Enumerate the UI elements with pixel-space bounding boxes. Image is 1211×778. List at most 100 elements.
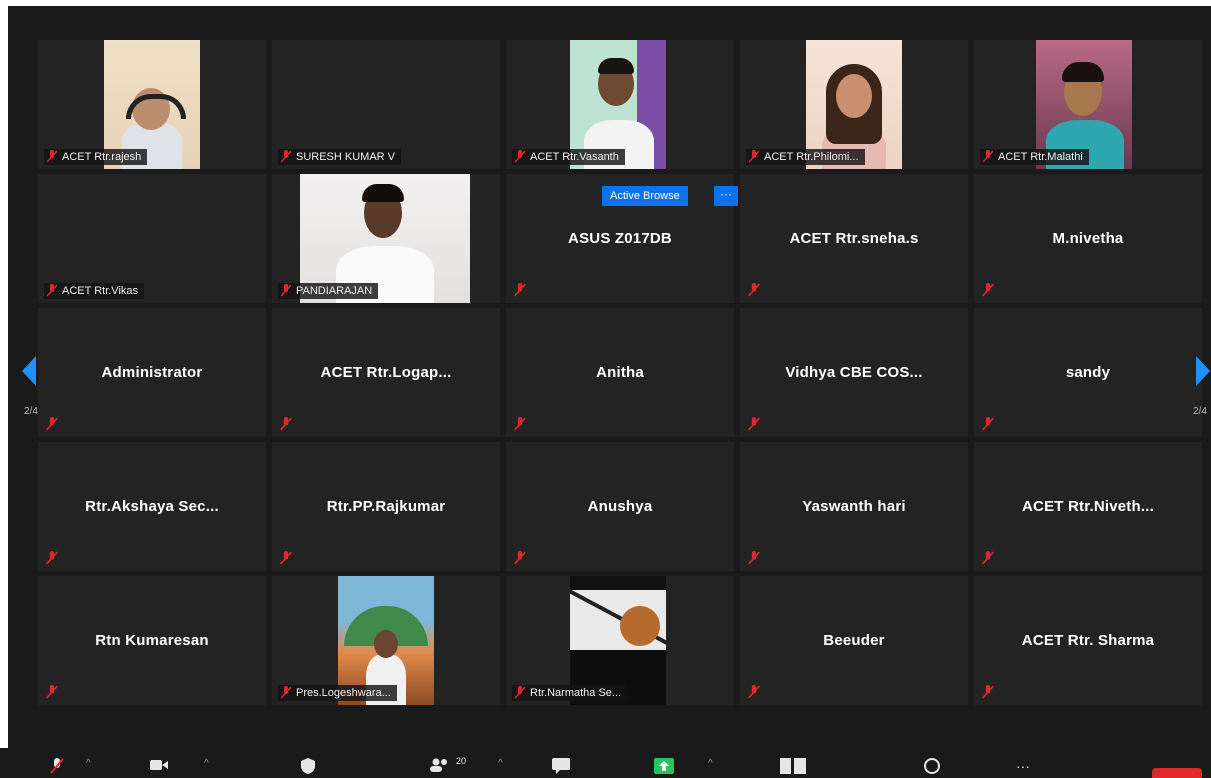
participant-tile[interactable]: ACET Rtr.Vasanth <box>506 40 734 169</box>
participant-tile[interactable]: PANDIARAJAN <box>272 174 500 303</box>
participant-tile[interactable]: SURESH KUMAR V <box>272 40 500 169</box>
participant-name-tag: Rtr.Narmatha Se... <box>512 685 628 701</box>
video-options-caret-icon[interactable]: ^ <box>204 758 209 769</box>
participant-name: Rtr.PP.Rajkumar <box>326 498 446 515</box>
mic-muted-icon <box>515 150 525 163</box>
participant-name: M.nivetha <box>1052 230 1124 247</box>
active-speaker-label[interactable]: Active Browse <box>602 186 688 206</box>
participant-name: Anitha <box>596 364 644 381</box>
participant-name-tag: ACET Rtr.Vasanth <box>512 149 625 165</box>
mic-muted-icon <box>982 283 994 297</box>
participant-name: Rtr.Narmatha Se... <box>530 687 622 699</box>
mic-muted-icon <box>982 417 994 431</box>
next-page-arrow-icon[interactable] <box>1196 356 1210 386</box>
participant-tile[interactable]: ACET Rtr.Philomi... <box>740 40 968 169</box>
participant-name: ACET Rtr.Logap... <box>320 364 452 381</box>
participant-name-tag: SURESH KUMAR V <box>278 149 402 165</box>
participant-tile[interactable]: sandy <box>974 308 1202 437</box>
participant-tile[interactable]: M.nivetha <box>974 174 1202 303</box>
share-options-caret-icon[interactable]: ^ <box>708 758 713 769</box>
participant-tile[interactable]: Anitha <box>506 308 734 437</box>
mic-muted-icon <box>748 551 760 565</box>
participant-tile[interactable]: ACET Rtr.Logap... <box>272 308 500 437</box>
participant-name: ACET Rtr.rajesh <box>62 151 142 163</box>
mic-muted-icon <box>47 284 57 297</box>
previous-page-arrow-icon[interactable] <box>22 356 36 386</box>
participant-name-tag: ACET Rtr.Malathi <box>980 149 1089 165</box>
tile-more-button[interactable]: ··· <box>714 186 738 206</box>
mic-muted-icon <box>46 685 58 699</box>
mic-muted-icon <box>983 150 993 163</box>
participant-name: PANDIARAJAN <box>296 285 373 297</box>
participant-name: Vidhya CBE COS... <box>785 364 923 381</box>
more-icon[interactable]: ··· <box>1016 758 1030 774</box>
security-icon[interactable] <box>300 758 316 774</box>
next-page-number: 2/4 <box>1193 406 1207 417</box>
mic-muted-icon <box>514 551 526 565</box>
participant-tile[interactable]: Pres.Logeshwara... <box>272 576 500 705</box>
mic-muted-icon[interactable] <box>50 758 64 774</box>
participant-name: ACET Rtr.Malathi <box>998 151 1083 163</box>
participant-tile[interactable]: Yaswanth hari <box>740 442 968 571</box>
participant-name: ACET Rtr.Philomi... <box>764 151 859 163</box>
participants-options-caret-icon[interactable]: ^ <box>498 758 503 769</box>
chat-icon[interactable] <box>552 758 570 774</box>
participant-tile[interactable]: Beeuder <box>740 576 968 705</box>
video-icon[interactable] <box>150 758 168 772</box>
mic-options-caret-icon[interactable]: ^ <box>86 758 91 769</box>
participant-tile[interactable]: Rtn Kumaresan <box>38 576 266 705</box>
mic-muted-icon <box>281 284 291 297</box>
participant-name-tag: PANDIARAJAN <box>278 283 379 299</box>
participant-name: ACET Rtr. Sharma <box>1021 632 1155 649</box>
participant-name: Rtn Kumaresan <box>95 632 209 649</box>
participant-tile[interactable]: Rtr.PP.Rajkumar <box>272 442 500 571</box>
participant-name: Administrator <box>101 364 203 381</box>
participant-name: ACET Rtr.Vikas <box>62 285 139 297</box>
mic-muted-icon <box>280 551 292 565</box>
participant-name: SURESH KUMAR V <box>296 151 396 163</box>
participant-name: Anushya <box>587 498 653 515</box>
gallery-view-icon[interactable] <box>780 758 806 774</box>
participant-tile[interactable]: ACET Rtr.Malathi <box>974 40 1202 169</box>
participant-tile[interactable]: ACET Rtr.rajesh <box>38 40 266 169</box>
previous-page-number: 2/4 <box>24 406 38 417</box>
mic-muted-icon <box>982 551 994 565</box>
participant-name: Rtr.Akshaya Sec... <box>85 498 219 515</box>
mic-muted-icon <box>281 686 291 699</box>
participant-name: sandy <box>1065 364 1111 381</box>
participant-name: Pres.Logeshwara... <box>296 687 391 699</box>
participant-tile[interactable]: ACET Rtr.sneha.s <box>740 174 968 303</box>
participant-name: ACET Rtr.Niveth... <box>1022 498 1154 515</box>
participant-tile[interactable]: ACET Rtr.Niveth... <box>974 442 1202 571</box>
end-meeting-button[interactable] <box>1152 768 1202 778</box>
participant-name-tag: ACET Rtr.Vikas <box>44 283 145 299</box>
participant-name: Beeuder <box>823 632 885 649</box>
participant-name: ACET Rtr.Vasanth <box>530 151 619 163</box>
participant-tile[interactable]: ACET Rtr. Sharma <box>974 576 1202 705</box>
mic-muted-icon <box>46 417 58 431</box>
share-screen-icon[interactable] <box>654 758 674 774</box>
participant-tile[interactable]: Anushya <box>506 442 734 571</box>
participant-name: ACET Rtr.sneha.s <box>789 230 919 247</box>
video-gallery: ACET Rtr.rajesh SURESH KUMAR V ACET Rtr.… <box>8 6 1211 778</box>
participant-tile[interactable]: Administrator <box>38 308 266 437</box>
mic-muted-icon <box>748 283 760 297</box>
participant-tile[interactable]: Rtr.Narmatha Se... <box>506 576 734 705</box>
participant-name-tag: ACET Rtr.Philomi... <box>746 149 865 165</box>
mic-muted-icon <box>515 686 525 699</box>
meeting-toolbar: ^ ^ 20 ^ ^ ··· <box>0 748 1211 778</box>
participant-tile[interactable]: Rtr.Akshaya Sec... <box>38 442 266 571</box>
participants-icon[interactable] <box>430 758 450 772</box>
participant-tile[interactable]: ACET Rtr.Vikas <box>38 174 266 303</box>
mic-muted-icon <box>281 150 291 163</box>
mic-muted-icon <box>748 685 760 699</box>
participant-tile[interactable]: Vidhya CBE COS... <box>740 308 968 437</box>
mic-muted-icon <box>514 417 526 431</box>
mic-muted-icon <box>46 551 58 565</box>
mic-muted-icon <box>749 150 759 163</box>
participant-name-tag: Pres.Logeshwara... <box>278 685 397 701</box>
mic-muted-icon <box>47 150 57 163</box>
reactions-icon[interactable] <box>924 758 940 774</box>
mic-muted-icon <box>514 283 526 297</box>
mic-muted-icon <box>748 417 760 431</box>
